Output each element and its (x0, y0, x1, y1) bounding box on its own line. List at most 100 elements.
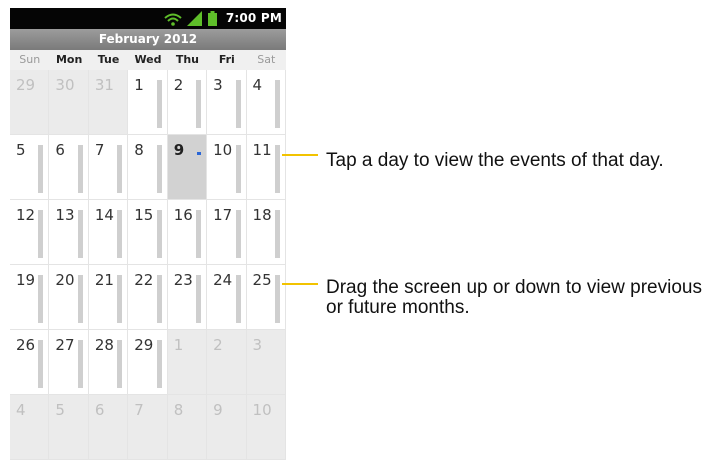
day-cell[interactable]: 5 (10, 135, 50, 200)
day-number: 23 (173, 271, 193, 289)
week-row: 19 20 21 22 23 24 25 (10, 265, 286, 330)
day-cell[interactable]: 6 (49, 135, 89, 200)
day-number: 10 (213, 141, 233, 159)
day-cell[interactable]: 3 (246, 330, 286, 395)
day-cell[interactable]: 6 (88, 395, 129, 460)
day-cell[interactable]: 4 (246, 70, 286, 135)
day-cell[interactable]: 1 (128, 70, 168, 135)
day-number: 15 (134, 206, 154, 224)
day-cell[interactable]: 24 (207, 265, 247, 330)
day-cell[interactable]: 13 (49, 200, 89, 265)
day-cell[interactable]: 18 (246, 200, 286, 265)
day-cell[interactable]: 16 (167, 200, 208, 265)
day-number: 11 (252, 141, 272, 159)
day-cell-today[interactable]: 9 (167, 135, 208, 200)
day-number: 29 (16, 76, 36, 94)
week-row: 29 30 31 1 2 3 4 (10, 70, 286, 135)
weekday-label: Thu (175, 53, 199, 66)
day-events-bar (77, 340, 83, 388)
day-number: 18 (252, 206, 272, 224)
day-cell[interactable]: 3 (207, 70, 247, 135)
day-number: 7 (134, 401, 144, 419)
day-number: 9 (173, 141, 185, 159)
day-number: 5 (16, 141, 26, 159)
weekday-label: Fri (218, 53, 235, 66)
day-number: 3 (252, 336, 263, 354)
day-cell[interactable]: 12 (10, 200, 50, 265)
day-events-bar (196, 210, 202, 258)
month-title: February 2012 (10, 29, 286, 50)
day-cell[interactable]: 1 (167, 330, 208, 395)
signal-icon (187, 11, 202, 26)
day-number: 2 (173, 76, 184, 94)
day-cell[interactable]: 20 (49, 265, 89, 330)
day-cell[interactable]: 9 (207, 395, 247, 460)
weekday-label: Tue (97, 53, 120, 66)
day-cell[interactable]: 8 (128, 135, 168, 200)
day-cell[interactable]: 31 (88, 70, 129, 135)
day-events-bar (156, 80, 162, 128)
day-cell[interactable]: 7 (128, 395, 168, 460)
status-time: 7:00 PM (225, 11, 282, 25)
day-cell[interactable]: 30 (49, 70, 89, 135)
day-cell[interactable]: 14 (88, 200, 129, 265)
day-number: 9 (213, 401, 223, 419)
weekday-header: Sun Mon Tue Wed Thu Fri Sat (10, 50, 286, 70)
day-cell[interactable]: 29 (10, 70, 50, 135)
day-events-bar (38, 275, 44, 323)
day-number: 19 (16, 271, 36, 289)
event-marker (197, 152, 202, 155)
day-events-bar (274, 145, 280, 193)
day-events-bar (117, 275, 123, 323)
day-cell[interactable]: 11 (246, 135, 286, 200)
day-number: 21 (94, 271, 114, 289)
day-cell[interactable]: 29 (128, 330, 168, 395)
callout-line-tap (282, 154, 318, 156)
day-number: 31 (94, 76, 114, 94)
day-cell[interactable]: 28 (88, 330, 129, 395)
day-cell[interactable]: 21 (88, 265, 129, 330)
day-number: 4 (16, 401, 26, 419)
day-cell[interactable]: 23 (167, 265, 208, 330)
day-number: 10 (252, 401, 272, 419)
day-number: 5 (55, 401, 65, 419)
day-cell[interactable]: 5 (49, 395, 89, 460)
day-number: 3 (213, 76, 223, 94)
day-number: 13 (55, 206, 75, 224)
day-number: 1 (134, 76, 144, 94)
day-number: 30 (55, 76, 75, 94)
day-cell[interactable]: 7 (88, 135, 129, 200)
day-cell[interactable]: 26 (10, 330, 50, 395)
day-cell[interactable]: 10 (246, 395, 286, 460)
day-events-bar (117, 340, 123, 388)
day-number: 20 (55, 271, 75, 289)
day-cell[interactable]: 2 (167, 70, 208, 135)
day-cell[interactable]: 27 (49, 330, 89, 395)
day-events-bar (235, 145, 241, 193)
day-cell[interactable]: 22 (128, 265, 168, 330)
day-events-bar (156, 340, 162, 388)
day-events-bar (235, 275, 241, 323)
day-cell[interactable]: 15 (128, 200, 168, 265)
day-events-bar (196, 275, 202, 323)
week-row: 26 27 28 29 1 2 3 (10, 330, 286, 395)
day-events-bar (117, 210, 123, 258)
weekday-label: Sun (19, 53, 41, 66)
day-cell[interactable]: 10 (207, 135, 247, 200)
day-cell[interactable]: 19 (10, 265, 50, 330)
callout-drag-screen: Drag the screen up or down to view previ… (326, 277, 702, 318)
day-number: 7 (94, 141, 105, 159)
month-grid[interactable]: 29 30 31 1 2 3 4 5 6 7 8 9 10 11 12 13 14 15 16 17 18 19 20 21 2… (10, 70, 286, 460)
weekday-label: Mon (55, 53, 83, 66)
day-events-bar (77, 275, 83, 323)
day-cell[interactable]: 4 (10, 395, 50, 460)
day-events-bar (235, 210, 241, 258)
day-events-bar (156, 275, 162, 323)
day-cell[interactable]: 25 (246, 265, 286, 330)
day-events-bar (274, 80, 280, 128)
day-cell[interactable]: 8 (167, 395, 208, 460)
weekday-label: Wed (134, 53, 162, 66)
day-cell[interactable]: 17 (207, 200, 247, 265)
day-number: 6 (55, 141, 65, 159)
day-cell[interactable]: 2 (207, 330, 247, 395)
